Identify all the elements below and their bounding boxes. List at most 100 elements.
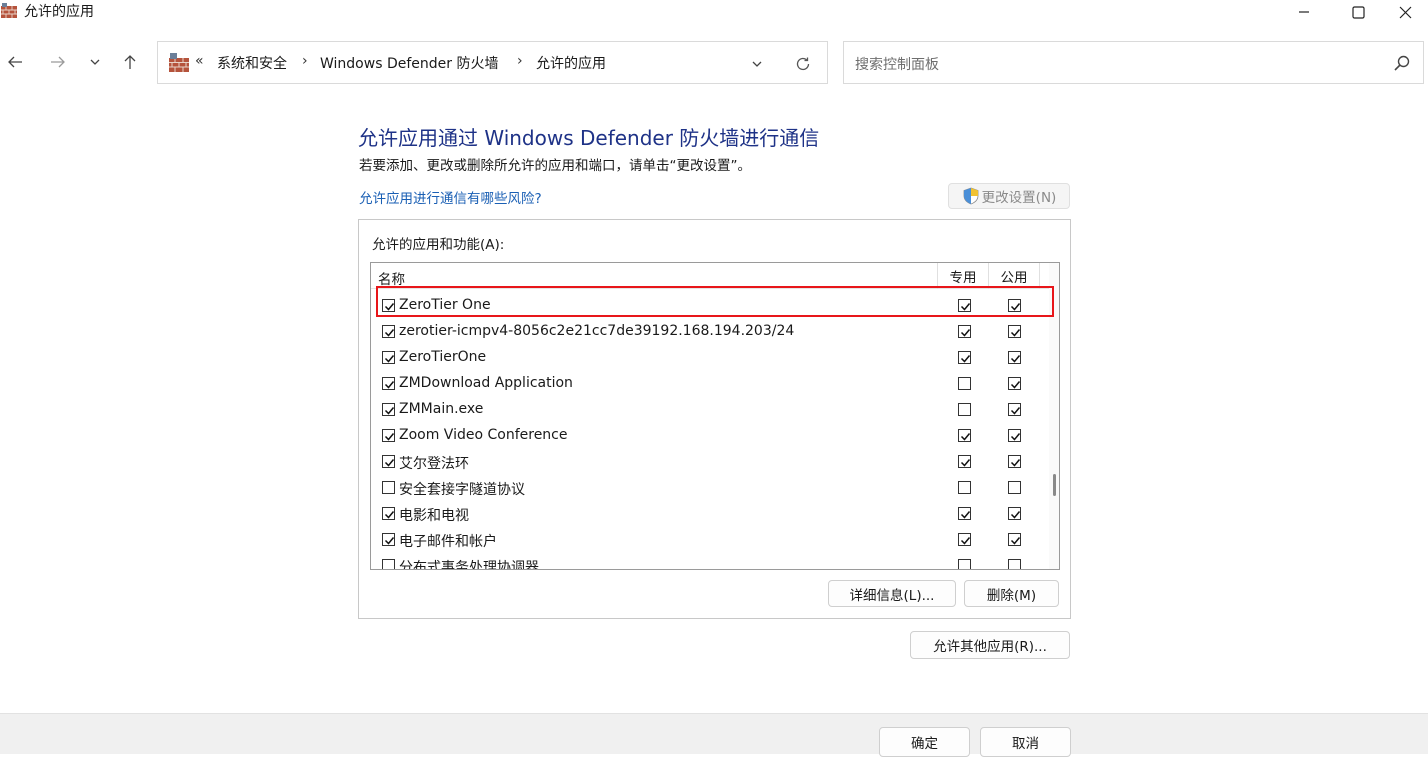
window-title: 允许的应用 [24,4,94,20]
breadcrumb-separator[interactable]: › [517,53,523,69]
public-network-checkbox[interactable] [1008,507,1021,520]
app-enabled-checkbox[interactable] [382,559,395,569]
cancel-button[interactable]: 取消 [980,727,1071,757]
breadcrumb-allowed-apps[interactable]: 允许的应用 [536,53,606,73]
list-scrollbar[interactable] [1049,263,1059,569]
table-row[interactable]: 分布式事务处理协调器 [371,553,1049,570]
column-header-name[interactable]: 名称 [378,268,405,288]
change-settings-label: 更改设置(N) [981,190,1057,206]
public-network-checkbox[interactable] [1008,533,1021,546]
chevron-down-icon [90,59,100,65]
app-name: ZMDownload Application [399,375,573,391]
app-name: 分布式事务处理协调器 [399,560,539,570]
minimize-icon [1299,11,1309,13]
shield-icon [963,187,979,205]
private-network-checkbox[interactable] [958,507,971,520]
allowed-apps-group: 允许的应用和功能(A): 名称 专用 公用 ZeroTier One zeroti… [358,219,1071,619]
ok-button[interactable]: 确定 [879,727,970,757]
app-enabled-checkbox[interactable] [382,533,395,546]
table-row[interactable]: 电子邮件和帐户 [371,527,1049,553]
breadcrumb-system-security[interactable]: 系统和安全 [217,53,287,73]
app-name: 电影和电视 [399,508,469,524]
app-enabled-checkbox[interactable] [382,429,395,442]
private-network-checkbox[interactable] [958,559,971,569]
app-name: Zoom Video Conference [399,427,568,443]
table-row[interactable]: zerotier-icmpv4-8056c2e21cc7de39192.168.… [371,319,1049,345]
delete-button[interactable]: 删除(M) [964,580,1059,607]
public-network-checkbox[interactable] [1008,351,1021,364]
app-enabled-checkbox[interactable] [382,351,395,364]
table-row[interactable]: ZeroTier One [371,293,1049,319]
public-network-checkbox[interactable] [1008,325,1021,338]
app-name: 安全套接字隧道协议 [399,482,525,498]
public-network-checkbox[interactable] [1008,429,1021,442]
app-name: zerotier-icmpv4-8056c2e21cc7de39192.168.… [399,323,795,339]
public-network-checkbox[interactable] [1008,299,1021,312]
private-network-checkbox[interactable] [958,299,971,312]
private-network-checkbox[interactable] [958,325,971,338]
table-row[interactable]: 电影和电视 [371,501,1049,527]
app-enabled-checkbox[interactable] [382,481,395,494]
table-row[interactable]: ZMDownload Application [371,371,1049,397]
table-row[interactable]: 安全套接字隧道协议 [371,475,1049,501]
allow-other-app-button[interactable]: 允许其他应用(R)... [910,631,1070,659]
address-bar[interactable]: « 系统和安全 › Windows Defender 防火墙 › 允许的应用 [157,41,828,84]
table-row[interactable]: ZMMain.exe [371,397,1049,423]
app-enabled-checkbox[interactable] [382,299,395,312]
table-row[interactable]: 艾尔登法环 [371,449,1049,475]
app-name: 艾尔登法环 [399,456,469,472]
public-network-checkbox[interactable] [1008,481,1021,494]
column-header-public[interactable]: 公用 [988,263,1040,289]
firewall-icon [169,53,189,72]
footer-bar: 确定 取消 [0,713,1428,757]
private-network-checkbox[interactable] [958,533,971,546]
close-icon [1399,6,1411,18]
public-network-checkbox[interactable] [1008,455,1021,468]
app-enabled-checkbox[interactable] [382,377,395,390]
search-box[interactable]: 搜索控制面板 [843,41,1424,84]
page-title: 允许应用通过 Windows Defender 防火墙进行通信 [358,126,820,150]
search-input[interactable]: 搜索控制面板 [855,54,939,74]
forward-button[interactable] [46,50,70,74]
title-bar: 允许的应用 [0,0,1428,26]
chevron-down-icon[interactable] [751,58,763,70]
app-enabled-checkbox[interactable] [382,325,395,338]
arrow-right-icon [51,56,65,68]
close-button[interactable] [1382,0,1428,24]
table-row[interactable]: ZeroTierOne [371,345,1049,371]
app-name: ZeroTier One [399,297,491,313]
recent-locations-button[interactable] [83,50,107,74]
breadcrumb-firewall[interactable]: Windows Defender 防火墙 [320,53,498,73]
details-button[interactable]: 详细信息(L)... [828,580,956,607]
private-network-checkbox[interactable] [958,377,971,390]
public-network-checkbox[interactable] [1008,559,1021,569]
private-network-checkbox[interactable] [958,429,971,442]
arrow-left-icon [8,56,22,68]
page-description: 若要添加、更改或删除所允许的应用和端口，请单击“更改设置”。 [359,158,751,174]
allowed-apps-list[interactable]: 名称 专用 公用 ZeroTier One zerotier-icmpv4-805… [370,262,1060,570]
back-button[interactable] [3,50,27,74]
app-enabled-checkbox[interactable] [382,455,395,468]
app-name: 电子邮件和帐户 [399,534,497,550]
maximize-button[interactable] [1335,0,1381,24]
private-network-checkbox[interactable] [958,481,971,494]
app-enabled-checkbox[interactable] [382,507,395,520]
public-network-checkbox[interactable] [1008,403,1021,416]
app-enabled-checkbox[interactable] [382,403,395,416]
refresh-icon[interactable] [795,56,811,72]
private-network-checkbox[interactable] [958,403,971,416]
column-header-private[interactable]: 专用 [937,263,988,289]
risk-info-link[interactable]: 允许应用进行通信有哪些风险? [359,187,542,207]
search-icon[interactable] [1393,54,1411,72]
public-network-checkbox[interactable] [1008,377,1021,390]
private-network-checkbox[interactable] [958,351,971,364]
address-overflow[interactable]: « [195,53,204,69]
minimize-button[interactable] [1281,0,1327,24]
up-button[interactable] [118,50,142,74]
scrollbar-thumb[interactable] [1053,474,1056,496]
private-network-checkbox[interactable] [958,455,971,468]
arrow-up-icon [124,55,136,69]
breadcrumb-separator[interactable]: › [302,53,308,69]
table-row[interactable]: Zoom Video Conference [371,423,1049,449]
change-settings-button[interactable]: 更改设置(N) [948,183,1070,209]
